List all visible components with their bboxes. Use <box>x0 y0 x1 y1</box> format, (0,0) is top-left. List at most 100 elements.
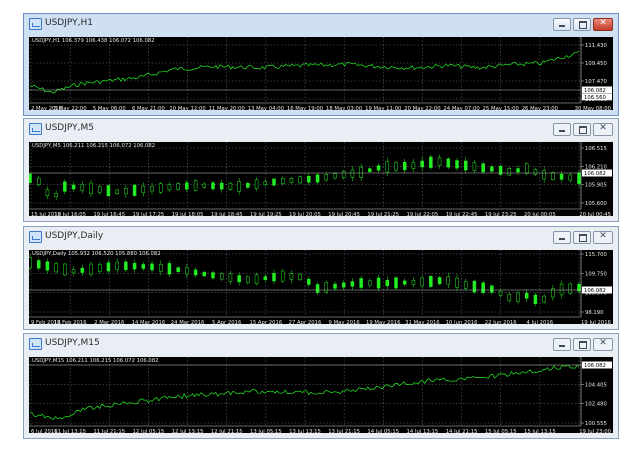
minimize-button[interactable] <box>553 338 571 351</box>
time-tick-label: 6 May 21:00 <box>132 106 166 110</box>
price-tick-label: 115.700 <box>585 252 608 258</box>
candle-body <box>263 181 268 185</box>
candle-body <box>124 261 128 271</box>
chart-window-usdjpy-m15[interactable]: USDJPY,M15 106.082104.405102.480100.5556… <box>23 333 619 439</box>
chart-window-usdjpy-daily[interactable]: USDJPY,Daily 115.700109.750103.97098.190… <box>23 226 619 330</box>
minimize-button[interactable] <box>553 18 571 31</box>
candle-body <box>577 172 581 184</box>
candle-body <box>524 292 529 299</box>
price-series-line <box>30 364 580 420</box>
time-tick-label: 19 May 11:00 <box>365 106 402 110</box>
time-tick-label: 19 Jul 23:25 <box>485 212 517 216</box>
candle-body <box>54 263 58 273</box>
window-title: USDJPY,Daily <box>45 231 104 241</box>
title-bar[interactable]: USDJPY,M15 <box>24 334 618 356</box>
chart-window-usdjpy-m5[interactable]: USDJPY,M5 106.515106.210105.905105.60015… <box>23 118 619 222</box>
candle-body <box>368 280 372 286</box>
chart-info-label: USDJPY,M5 106.211 106.215 106.072 106.08… <box>32 143 156 149</box>
time-tick-label: 24 May 07:00 <box>443 106 480 110</box>
candle-body <box>437 157 442 166</box>
price-tick-label: 105.905 <box>585 183 607 189</box>
candle-body <box>359 166 363 178</box>
candle-body <box>228 273 233 282</box>
chart-window-usdjpy-h1[interactable]: USDJPY,H1 111.430109.450107.470105.4902 … <box>23 13 619 116</box>
time-tick-label: 14 Jul 05:15 <box>367 429 399 433</box>
close-button[interactable] <box>593 123 613 136</box>
candle-body <box>132 263 137 270</box>
candle-body <box>115 189 119 195</box>
candle-body <box>472 280 477 293</box>
candle-body <box>193 269 198 276</box>
candle-body <box>124 188 128 195</box>
minimize-button[interactable] <box>553 123 571 136</box>
candle-body <box>237 275 241 283</box>
time-tick-label: 22 Jun 2016 <box>485 320 517 324</box>
time-tick-label: 13 May 04:00 <box>248 106 285 110</box>
time-tick-label: 26 May 23:00 <box>522 106 559 110</box>
candle-body <box>315 284 320 293</box>
price-chart[interactable]: 106.082104.405102.480100.5556 Jul 201611… <box>29 357 613 433</box>
minimize-button[interactable] <box>553 231 571 244</box>
candle-body <box>106 262 111 272</box>
candle-body <box>376 277 381 289</box>
candle-body <box>402 161 407 171</box>
candle-body <box>368 168 372 172</box>
last-price-tag-label: 106.560 <box>584 95 607 101</box>
close-button[interactable] <box>593 18 613 31</box>
current-price-tag-label: 106.082 <box>584 171 606 177</box>
candle-body <box>246 182 250 188</box>
chart-info-label: USDJPY,H1 106.379 106.438 106.072 106.08… <box>32 38 155 44</box>
candle-body <box>463 281 468 289</box>
time-tick-label: 5 May 06:00 <box>93 106 127 110</box>
time-tick-label: 27 Apr 2016 <box>289 320 322 324</box>
maximize-button[interactable] <box>573 231 591 244</box>
candle-body <box>542 170 546 180</box>
candle-body <box>385 161 390 173</box>
time-tick-label: 2 Mar 2016 <box>94 320 125 324</box>
window-title: USDJPY,M5 <box>45 123 94 133</box>
chart-window-icon <box>29 338 42 350</box>
candle-body <box>45 261 50 271</box>
candle-body <box>490 166 494 172</box>
candle-body <box>455 277 459 288</box>
candle-body <box>402 280 407 285</box>
candle-body <box>141 185 146 194</box>
time-tick-label: 19 Jul 23:00 <box>579 429 611 433</box>
close-button[interactable] <box>593 231 613 244</box>
maximize-button[interactable] <box>573 18 591 31</box>
time-tick-label: 19 Jul 20:05 <box>289 212 321 216</box>
current-price-tag-label: 106.082 <box>584 363 606 369</box>
candle-body <box>185 182 189 190</box>
candle-body <box>524 163 529 174</box>
title-bar[interactable]: USDJPY,M5 <box>24 119 618 141</box>
time-tick-label: 19 Jul 18:45 <box>211 212 243 216</box>
time-tick-label: 13 Jul 13:15 <box>289 429 321 433</box>
maximize-button[interactable] <box>573 338 591 351</box>
candle-body <box>385 279 390 287</box>
time-tick-label: 20 Jul 00:05 <box>524 212 556 216</box>
candle-body <box>455 160 459 169</box>
time-tick-label: 15 Apr 2016 <box>249 320 282 324</box>
candle-body <box>568 174 573 181</box>
close-button[interactable] <box>593 338 613 351</box>
candle-body <box>211 272 215 279</box>
candle-body <box>29 257 32 269</box>
time-tick-label: 14 Jul 13:15 <box>407 429 439 433</box>
price-chart[interactable]: 115.700 109.750 103.970 98.190 9 Feb 2016 19 … <box>29 250 613 324</box>
candle-body <box>254 179 259 189</box>
candle-body <box>219 182 224 190</box>
time-tick-label: 19 Jul 16:05 <box>54 212 86 216</box>
candle-body <box>551 172 555 180</box>
candle-body <box>533 294 538 304</box>
title-bar[interactable]: USDJPY,Daily <box>24 227 618 249</box>
candle-body <box>411 162 416 169</box>
title-bar[interactable]: USDJPY,H1 <box>24 14 618 36</box>
price-chart[interactable]: 106.515 106.210 105.905 105.600 15 Jul 2016 1… <box>29 142 613 216</box>
candle-body <box>272 272 276 282</box>
price-chart[interactable]: 111.430109.450107.470105.4902 May 20163 … <box>29 37 613 110</box>
price-chart-canvas: 106.515106.210105.905105.60015 Jul 20161… <box>29 142 612 216</box>
price-tick-label: 106.515 <box>585 146 607 152</box>
time-tick-label: 14 Jul 21:15 <box>446 429 478 433</box>
candle-body <box>150 185 154 192</box>
maximize-button[interactable] <box>573 123 591 136</box>
